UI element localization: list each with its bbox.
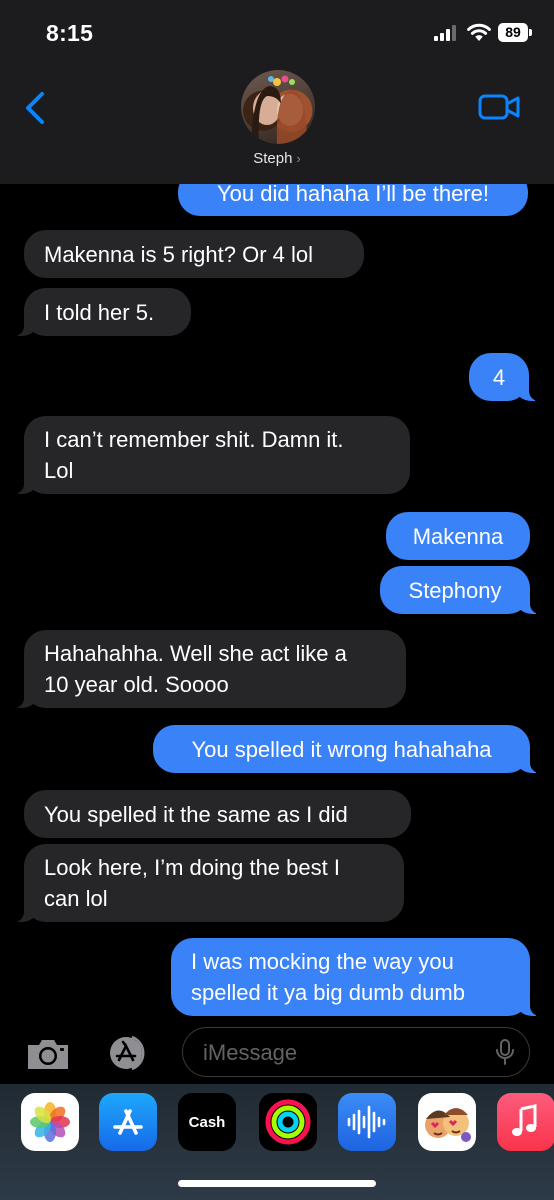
message-text: Look here, I’m doing the best I can lol bbox=[44, 855, 340, 911]
message-bubble-incoming[interactable]: Hahahahha. Well she act like a 10 year o… bbox=[14, 630, 406, 708]
message-bubble-outgoing[interactable]: Stephony bbox=[380, 566, 540, 614]
message-bubble-incoming[interactable]: I can’t remember shit. Damn it. Lol bbox=[14, 416, 410, 494]
contact-name-row[interactable]: Steph › bbox=[0, 150, 554, 167]
chevron-right-icon: › bbox=[296, 151, 301, 166]
message-text: Makenna bbox=[412, 523, 504, 549]
app-store-apps-icon[interactable] bbox=[102, 1036, 156, 1070]
apple-cash-icon[interactable]: Cash bbox=[178, 1093, 236, 1151]
photos-icon[interactable] bbox=[21, 1093, 79, 1151]
audio-message-icon[interactable] bbox=[338, 1093, 396, 1151]
message-bubble-outgoing[interactable]: You spelled it wrong hahahaha bbox=[153, 725, 540, 773]
message-thread: You did hahaha I’ll be there! Makenna is… bbox=[0, 184, 554, 1020]
conversation-header: 8:15 89 Steph › bbox=[0, 0, 554, 184]
imessage-field[interactable] bbox=[182, 1027, 530, 1077]
message-text: I was mocking the way you spelled it ya … bbox=[191, 949, 465, 1005]
contact-avatar[interactable] bbox=[241, 70, 315, 144]
avatar-photo-icon bbox=[251, 75, 307, 144]
message-text: I can’t remember shit. Damn it. Lol bbox=[44, 427, 344, 483]
app-store-icon[interactable] bbox=[99, 1093, 157, 1151]
message-text: I told her 5. bbox=[44, 299, 155, 325]
imessage-input[interactable] bbox=[201, 1028, 485, 1077]
message-bubble-outgoing[interactable]: 4 bbox=[469, 353, 539, 401]
contact-name[interactable]: Steph bbox=[253, 150, 292, 167]
home-indicator[interactable] bbox=[178, 1180, 376, 1187]
message-bubble-incoming[interactable]: Makenna is 5 right? Or 4 lol bbox=[24, 230, 364, 278]
wifi-icon bbox=[467, 23, 491, 41]
cellular-signal-icon bbox=[434, 25, 460, 41]
message-bubble-outgoing[interactable]: I was mocking the way you spelled it ya … bbox=[171, 938, 540, 1016]
camera-icon[interactable] bbox=[24, 1036, 72, 1072]
message-bubble-incoming[interactable]: You spelled it the same as I did bbox=[24, 790, 411, 838]
message-text: You spelled it the same as I did bbox=[44, 801, 348, 827]
message-text: 4 bbox=[492, 364, 506, 390]
memoji-icon[interactable] bbox=[418, 1093, 476, 1151]
message-text: Stephony bbox=[408, 577, 502, 603]
compose-bar bbox=[0, 1020, 554, 1084]
status-bar: 8:15 89 bbox=[0, 0, 554, 66]
message-bubble-outgoing[interactable]: Makenna bbox=[386, 512, 530, 560]
message-text: You spelled it wrong hahahaha bbox=[191, 736, 492, 762]
battery-nub bbox=[529, 29, 532, 36]
message-bubble-outgoing[interactable]: You did hahaha I’ll be there! bbox=[178, 184, 528, 216]
message-bubble-incoming[interactable]: I told her 5. bbox=[14, 288, 191, 336]
message-text: You did hahaha I’ll be there! bbox=[217, 184, 489, 206]
facetime-video-button[interactable] bbox=[478, 93, 520, 121]
music-icon[interactable] bbox=[497, 1093, 554, 1151]
battery-icon: 89 bbox=[498, 23, 528, 42]
fitness-icon[interactable] bbox=[259, 1093, 317, 1151]
message-bubble-incoming[interactable]: Look here, I’m doing the best I can lol bbox=[14, 844, 404, 922]
status-time: 8:15 bbox=[46, 20, 94, 46]
microphone-icon[interactable] bbox=[495, 1038, 515, 1066]
message-text: Hahahahha. Well she act like a 10 year o… bbox=[44, 641, 347, 697]
battery-level: 89 bbox=[505, 24, 521, 40]
message-text: Makenna is 5 right? Or 4 lol bbox=[44, 241, 314, 267]
back-button[interactable] bbox=[22, 90, 50, 126]
apple-cash-label: Cash bbox=[188, 1113, 226, 1131]
messages-screen: 8:15 89 Steph › You did hahaha I’ll be t… bbox=[0, 0, 554, 1200]
